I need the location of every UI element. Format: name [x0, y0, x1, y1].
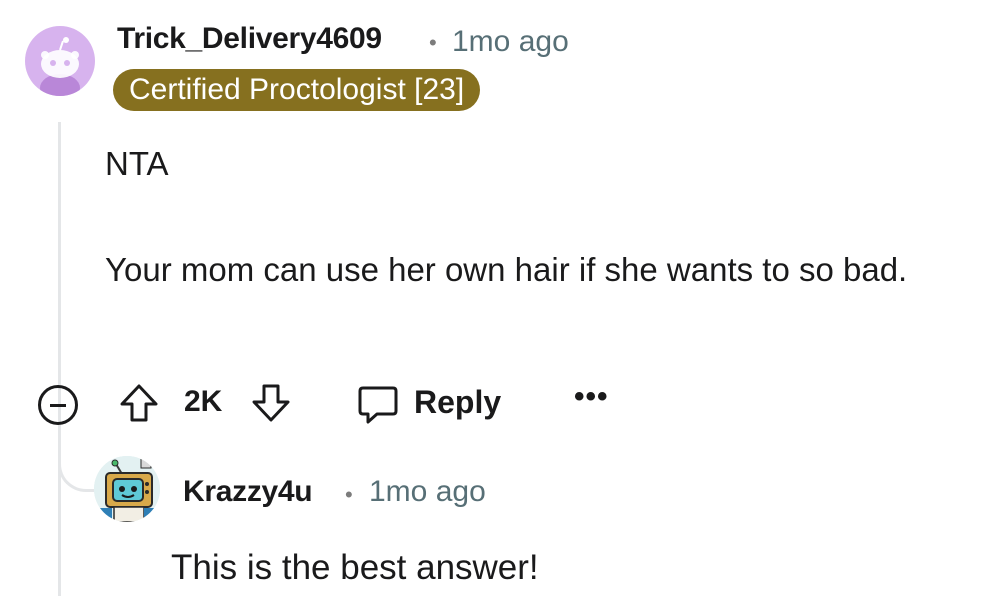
robot-tv-avatar-icon	[94, 456, 160, 522]
downvote-button[interactable]	[249, 381, 293, 430]
reply-thread-connector	[58, 440, 98, 492]
reply-username[interactable]: Krazzy4u	[183, 475, 313, 509]
thread-line[interactable]	[58, 122, 61, 596]
reply-timestamp: 1mo ago	[369, 475, 486, 508]
more-options-icon[interactable]: •••	[574, 380, 609, 414]
upvote-button[interactable]	[117, 381, 161, 430]
upvote-arrow-icon	[120, 384, 158, 422]
comment-body-line-1: NTA	[105, 145, 169, 182]
speech-bubble-icon	[358, 386, 398, 424]
reply-button[interactable]	[356, 384, 400, 431]
snoo-avatar-icon	[40, 37, 80, 96]
comment-body-line-2: Your mom can use her own hair if she wan…	[105, 251, 908, 288]
user-avatar[interactable]	[25, 26, 95, 96]
comment-timestamp: 1mo ago	[452, 25, 569, 58]
comment-username[interactable]: Trick_Delivery4609	[117, 22, 382, 56]
collapse-minus-icon[interactable]	[38, 385, 78, 425]
reply-body: This is the best answer!	[171, 548, 539, 587]
vote-score: 2K	[184, 385, 223, 418]
downvote-arrow-icon	[252, 384, 290, 422]
reply-label[interactable]: Reply	[414, 384, 501, 421]
reply-user-avatar[interactable]	[94, 456, 160, 522]
user-flair: Certified Proctologist [23]	[113, 69, 481, 111]
meta-separator: •	[345, 482, 353, 507]
meta-separator: •	[429, 30, 437, 55]
